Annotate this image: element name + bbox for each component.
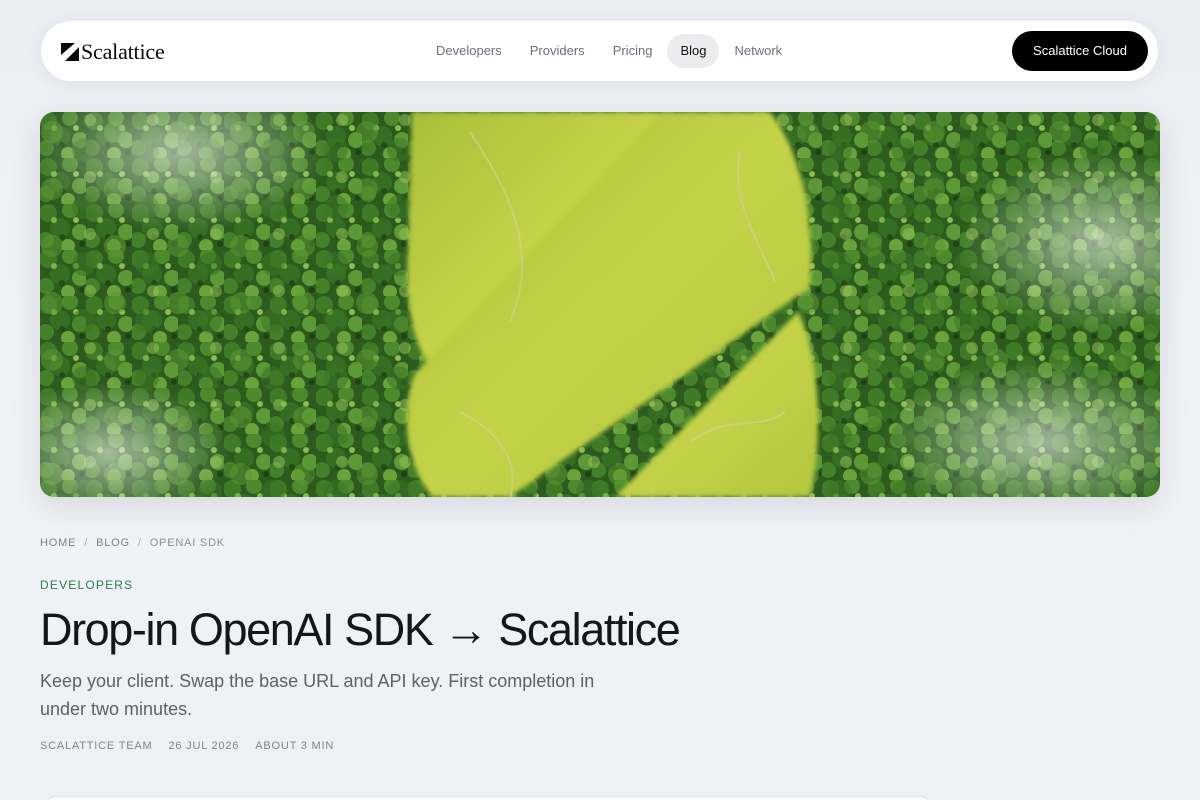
breadcrumb-separator: / bbox=[84, 537, 89, 549]
nav-item-developers[interactable]: Developers bbox=[423, 34, 515, 68]
breadcrumb-current: OPENAI SDK bbox=[149, 537, 225, 549]
nav-item-network[interactable]: Network bbox=[721, 34, 795, 68]
article-category[interactable]: DEVELOPERS bbox=[40, 578, 133, 592]
nav-item-providers[interactable]: Providers bbox=[517, 34, 598, 68]
main-nav: Developers Providers Pricing Blog Networ… bbox=[423, 34, 797, 68]
scalattice-cloud-button[interactable]: Scalattice Cloud bbox=[1012, 31, 1148, 71]
brand-name: Scalattice bbox=[81, 39, 165, 64]
forest-meadow-illustration bbox=[40, 112, 1160, 497]
content-card bbox=[46, 796, 930, 800]
breadcrumb-blog[interactable]: BLOG bbox=[96, 537, 130, 549]
top-navigation-bar: Scalattice Developers Providers Pricing … bbox=[41, 21, 1158, 81]
page-title: Drop-in OpenAI SDK → Scalattice bbox=[40, 604, 681, 655]
breadcrumb-home[interactable]: HOME bbox=[40, 537, 76, 549]
nav-item-blog[interactable]: Blog bbox=[667, 34, 720, 68]
nav-item-pricing[interactable]: Pricing bbox=[600, 34, 666, 68]
article-read-time: ABOUT 3 MIN bbox=[255, 740, 335, 752]
breadcrumb-separator: / bbox=[137, 537, 142, 549]
breadcrumb: HOME / BLOG / OPENAI SDK bbox=[40, 537, 225, 549]
article-lede: Keep your client. Swap the base URL and … bbox=[40, 671, 595, 719]
article-meta: SCALATTICE TEAM 26 JUL 2026 ABOUT 3 MIN bbox=[40, 740, 334, 752]
hero-image bbox=[40, 112, 1160, 497]
article-date: 26 JUL 2026 bbox=[168, 740, 240, 752]
article-author: SCALATTICE TEAM bbox=[40, 740, 153, 752]
brand-logo[interactable]: Scalattice bbox=[61, 39, 165, 65]
scalattice-logo-icon bbox=[61, 43, 79, 61]
